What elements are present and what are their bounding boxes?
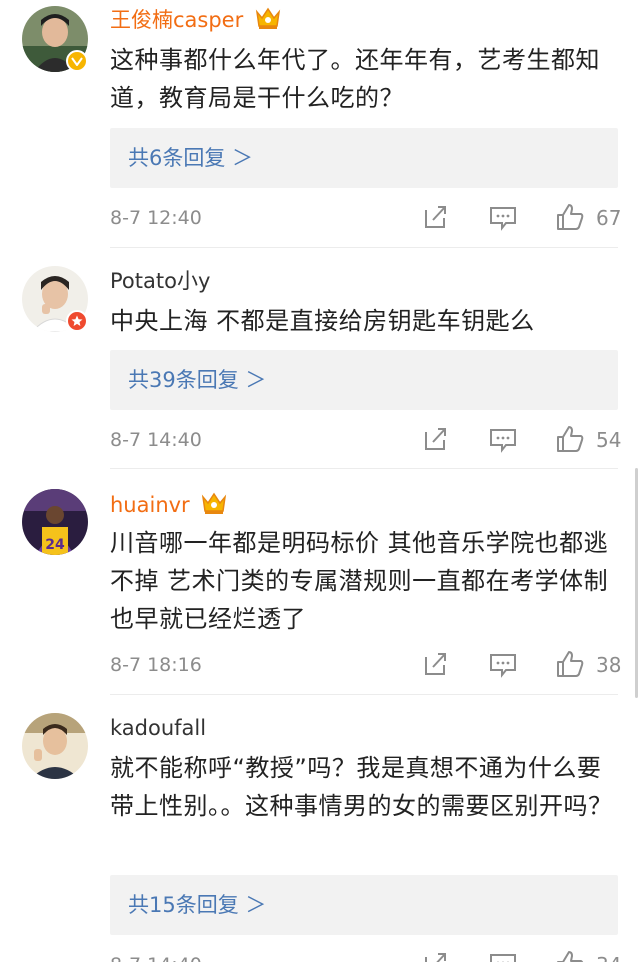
timestamp: 8-7 12:40	[110, 207, 202, 229]
comment-text: 中央上海 不都是直接给房钥匙车钥匙么	[110, 307, 535, 335]
replies-label[interactable]: 共15条回复 ＞	[128, 891, 266, 919]
timestamp: 8-7 18:16	[110, 654, 202, 676]
like-icon[interactable]	[555, 949, 585, 962]
replies-link[interactable]: 共15条回复 ＞	[110, 875, 618, 935]
username[interactable]: kadoufall	[110, 715, 206, 741]
timestamp: 8-7 14:40	[110, 953, 202, 962]
verified-badge-icon	[66, 50, 88, 72]
scrollbar[interactable]	[635, 468, 638, 698]
comment-icon[interactable]	[489, 427, 517, 453]
comment-icon[interactable]	[489, 205, 517, 231]
replies-link[interactable]: 共6条回复 ＞	[110, 128, 618, 188]
comment-text: 就不能称呼“教授”吗？我是真想不通为什么要带上性别。。这种事情男的女的需要区别开…	[110, 754, 613, 820]
comment-icon[interactable]	[489, 652, 517, 678]
comment-text: 川音哪一年都是明码标价 其他音乐学院也都逃不掉 艺术门类的专属潜规则一直都在考学…	[110, 529, 609, 633]
like-count: 54	[596, 428, 622, 452]
comment-item: 24 huainvr 川音哪一年都是明码标价 其他音乐学院也都逃不掉 艺术门类的…	[0, 469, 640, 695]
like-icon[interactable]	[555, 424, 585, 454]
share-icon[interactable]	[423, 426, 449, 452]
username-text[interactable]: huainvr	[110, 493, 190, 517]
verified-badge-icon	[66, 310, 88, 332]
share-icon[interactable]	[423, 651, 449, 677]
replies-label[interactable]: 共39条回复 ＞	[128, 366, 266, 394]
svg-text:24: 24	[45, 537, 65, 553]
replies-link[interactable]: 共39条回复 ＞	[110, 350, 618, 410]
comment-item: 王俊楠casper 这种事都什么年代了。还年年有，艺考生都知道，教育局是干什么吃…	[0, 0, 640, 248]
like-icon[interactable]	[555, 202, 585, 232]
comment-icon[interactable]	[489, 952, 517, 962]
like-count: 34	[596, 953, 621, 962]
comment-item: kadoufall 就不能称呼“教授”吗？我是真想不通为什么要带上性别。。这种事…	[0, 695, 640, 962]
username[interactable]: 王俊楠casper	[110, 6, 281, 36]
crown-icon	[255, 6, 281, 36]
avatar[interactable]: 24	[22, 489, 88, 555]
share-icon[interactable]	[423, 951, 449, 962]
like-count: 38	[596, 653, 622, 677]
replies-label[interactable]: 共6条回复 ＞	[128, 144, 253, 172]
timestamp: 8-7 14:40	[110, 429, 202, 451]
comment-text: 这种事都什么年代了。还年年有，艺考生都知道，教育局是干什么吃的？	[110, 46, 600, 112]
like-count: 67	[596, 206, 622, 230]
share-icon[interactable]	[423, 204, 449, 230]
like-icon[interactable]	[555, 649, 585, 679]
comment-item: Potato小y 中央上海 不都是直接给房钥匙车钥匙么 共39条回复 ＞ 8-7…	[0, 248, 640, 469]
username[interactable]: Potato小y	[110, 268, 210, 294]
avatar[interactable]	[22, 713, 88, 779]
username[interactable]: huainvr	[110, 491, 227, 521]
username-text[interactable]: 王俊楠casper	[110, 8, 243, 32]
crown-icon	[201, 491, 227, 521]
